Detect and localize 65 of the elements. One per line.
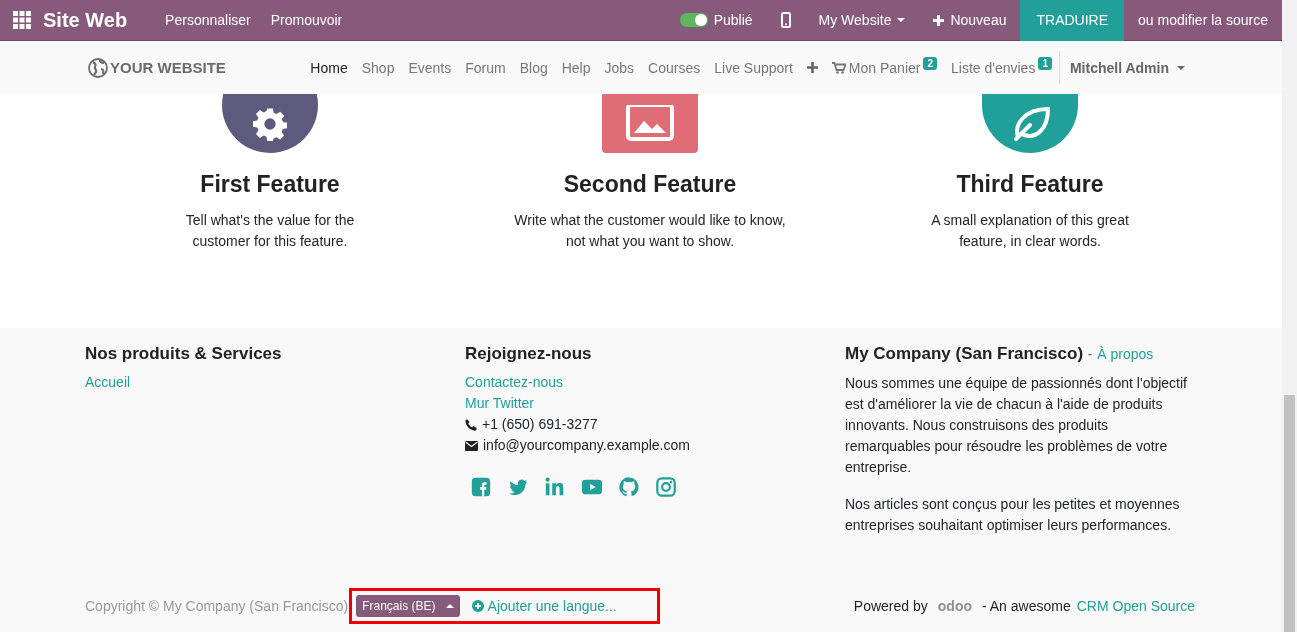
envelope-icon [465,440,478,451]
feature-title: First Feature [200,171,340,198]
nav-link[interactable]: Shop [354,59,402,76]
separator-dash: - [1087,346,1093,362]
nav-link[interactable]: Forum [458,59,513,76]
feature-description: Tell what's the value for the customer for this feature. [184,211,356,251]
nav-link[interactable]: Live Support [707,59,800,76]
top-menu-item[interactable]: Personnaliser [155,12,261,28]
footer-heading: Rejoignez-nous [465,344,593,364]
company-description: Nous sommes une équipe de passionnés dont l'objectif est d'améliorer la vie de chacun à l'aide de produits innovants. Nous construisons des produits remarquables pour résoudre les problèmes de votre entreprise. [845,374,1188,477]
copyright-text: Copyright © My Company (San Francisco) [85,598,349,614]
translate-button[interactable]: TRADUIRE [1020,0,1125,41]
feature-description: Write what the customer would like to know, not what you want to show. [513,211,787,251]
email-address: info@yourcompany.example.com [483,436,690,455]
scrollbar-thumb[interactable] [1284,395,1295,632]
nav-link[interactable]: Blog [512,59,555,76]
gear-icon [253,107,287,141]
feature-title: Second Feature [563,171,737,198]
cart-count-badge: 2 [923,57,937,70]
wishlist-count-badge: 1 [1038,57,1052,70]
company-description: Nos articles sont conçus pour les petites et moyennes entreprises souhaitant optimiser leurs performances. [845,495,1181,535]
plus-circle-icon[interactable] [471,600,484,612]
plus-icon[interactable] [806,62,818,73]
add-language-link[interactable]: Ajouter une langue... [487,598,617,614]
new-button[interactable]: Nouveau [919,0,1021,40]
nav-link[interactable]: Home [303,59,355,76]
powered-by-text: Powered by [853,598,928,614]
footer-link[interactable]: Accueil [85,374,131,390]
edit-source-button[interactable]: ou modifier la source [1124,0,1282,40]
about-link[interactable]: À propos [1097,346,1154,362]
plus-icon [933,14,945,26]
facebook-icon[interactable] [470,476,492,498]
brand-logo: odoo [937,598,972,614]
crm-link[interactable]: CRM Open Source [1076,595,1195,617]
nav-link[interactable]: Courses [641,59,708,76]
app-title: Site Web [43,8,128,32]
footer-link[interactable]: Mur Twitter [465,395,534,411]
mobile-icon[interactable] [780,12,791,28]
feature-title: Third Feature [956,171,1104,198]
linkedin-icon[interactable] [544,476,566,498]
phone-number: +1 (650) 691-3277 [482,415,598,434]
cart-icon [831,61,846,74]
website-dropdown[interactable]: My Website [804,0,920,40]
publish-label: Publié [713,12,753,28]
language-dropdown[interactable]: Français (BE) [356,595,460,617]
phone-icon [465,418,477,431]
company-name: My Company (San Francisco) [845,344,1084,363]
github-icon[interactable] [618,476,640,498]
picture-icon [626,105,674,141]
user-menu[interactable]: Mitchell Admin [1058,51,1195,84]
website-logo[interactable]: YOUR WEBSITE [110,59,226,76]
feature-description: A small explanation of this great feature, in clear words. [930,211,1130,251]
nav-link[interactable]: Events [401,59,459,76]
globe-icon [88,57,108,78]
footer-link[interactable]: Contactez-nous [465,374,564,390]
wishlist-link[interactable]: Liste d'envies [951,59,1036,76]
instagram-icon[interactable] [655,476,677,498]
nav-link[interactable]: Jobs [597,59,642,76]
cart-link[interactable]: Mon Panier [848,59,921,76]
apps-grid-icon[interactable] [13,11,31,29]
publish-toggle[interactable] [679,13,708,27]
tagline-text: - An awesome [982,598,1071,614]
nav-link[interactable]: Help [554,59,598,76]
top-menu-item[interactable]: Promouvoir [260,12,353,28]
footer-heading: Nos produits & Services [85,344,283,364]
